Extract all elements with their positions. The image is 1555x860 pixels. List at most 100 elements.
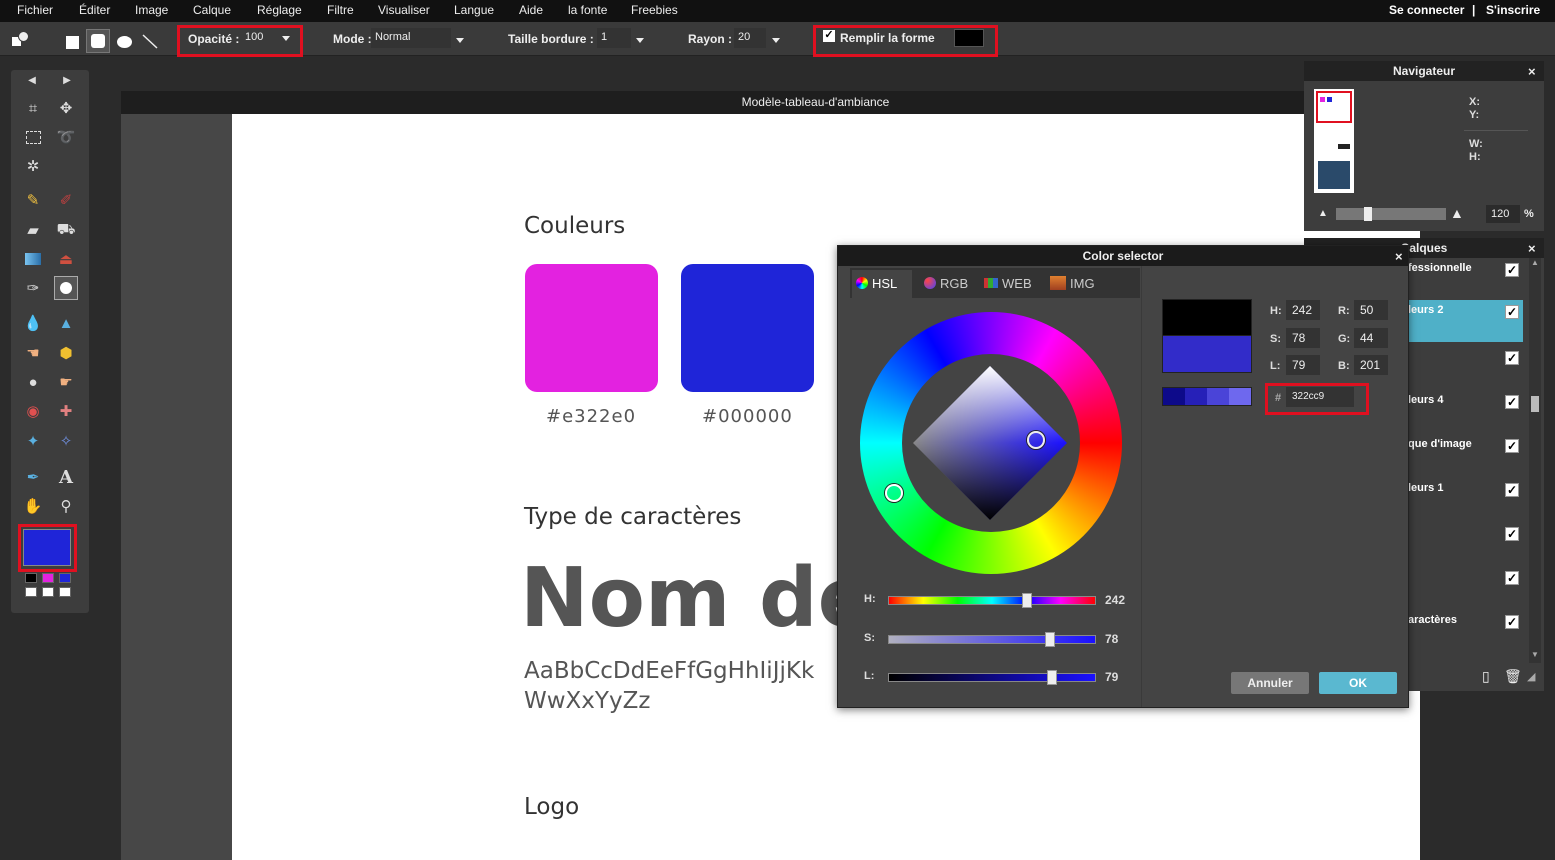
- rounded-rectangle-shape-icon[interactable]: [86, 29, 110, 53]
- layer-visibility-checkbox[interactable]: ✓: [1505, 615, 1519, 629]
- marquee-tool-icon[interactable]: [21, 125, 45, 149]
- zoom-slider[interactable]: [1336, 207, 1446, 221]
- zoom-out-icon[interactable]: ▲: [1318, 208, 1328, 219]
- tools-collapse-left-icon[interactable]: ◀: [20, 70, 44, 90]
- blur-tool-icon[interactable]: 💧: [21, 311, 45, 335]
- shade-swatch[interactable]: [1185, 388, 1207, 405]
- layers-close-icon[interactable]: ×: [1528, 241, 1536, 256]
- menu-aide[interactable]: Aide: [519, 3, 543, 17]
- slider-thumb[interactable]: [1045, 632, 1056, 647]
- color-swatch-blue[interactable]: [681, 264, 814, 392]
- sharpen-tool-icon[interactable]: ▲: [54, 311, 78, 335]
- new-layer-icon[interactable]: ▯: [1482, 668, 1490, 685]
- layer-visibility-checkbox[interactable]: ✓: [1505, 571, 1519, 585]
- color-swatch-magenta[interactable]: [525, 264, 658, 392]
- l-input[interactable]: 79: [1286, 355, 1320, 375]
- bloat-tool-icon[interactable]: ✦: [21, 429, 45, 453]
- color-selector-close-icon[interactable]: ×: [1395, 249, 1403, 264]
- slider-track[interactable]: [888, 596, 1096, 605]
- layer-resize-icon[interactable]: ◢: [1527, 670, 1535, 683]
- hand-tool-icon[interactable]: ✋: [21, 494, 45, 518]
- layer-visibility-checkbox[interactable]: ✓: [1505, 395, 1519, 409]
- zoom-in-icon[interactable]: ▲: [1450, 205, 1464, 221]
- rectangle-shape-icon[interactable]: [66, 36, 79, 49]
- layers-scrollbar[interactable]: ▲ ▼: [1529, 258, 1541, 663]
- clone-stamp-tool-icon[interactable]: ⏏: [54, 247, 78, 271]
- layers-scrollbar-thumb[interactable]: [1531, 396, 1539, 412]
- menu-filtre[interactable]: Filtre: [327, 3, 354, 17]
- zoom-input[interactable]: 120: [1486, 205, 1520, 223]
- eraser-tool-icon[interactable]: ▰: [21, 218, 45, 242]
- delete-layer-icon[interactable]: 🗑: [1504, 668, 1522, 685]
- tools-collapse-right-icon[interactable]: ▶: [55, 70, 79, 90]
- shape-tool-button-icon[interactable]: [54, 276, 78, 300]
- palette-swatch[interactable]: [42, 587, 54, 597]
- red-eye-tool-icon[interactable]: ◉: [21, 399, 45, 423]
- hue-marker[interactable]: [885, 484, 903, 502]
- layer-visibility-checkbox[interactable]: ✓: [1505, 351, 1519, 365]
- mode-dropdown-icon[interactable]: [456, 38, 464, 43]
- mode-select[interactable]: Normal: [371, 28, 451, 48]
- radius-dropdown-icon[interactable]: [772, 38, 780, 43]
- move-tool-icon[interactable]: ✥: [54, 96, 78, 120]
- b-input[interactable]: 201: [1354, 355, 1388, 375]
- menu-la-fonte[interactable]: la fonte: [568, 3, 607, 17]
- palette-swatch[interactable]: [42, 573, 54, 583]
- tab-hsl[interactable]: HSL: [852, 270, 912, 298]
- slider-thumb[interactable]: [1022, 593, 1033, 608]
- line-shape-icon[interactable]: [141, 32, 159, 50]
- brush-tool-icon[interactable]: ✐: [54, 188, 78, 212]
- layer-visibility-checkbox[interactable]: ✓: [1505, 527, 1519, 541]
- tab-web[interactable]: WEB: [980, 270, 1032, 298]
- palette-swatch[interactable]: [59, 587, 71, 597]
- slider-track[interactable]: [888, 673, 1096, 682]
- menu-visualiser[interactable]: Visualiser: [378, 3, 430, 17]
- magic-wand-tool-icon[interactable]: ✲: [21, 154, 45, 178]
- r-input[interactable]: 50: [1354, 300, 1388, 320]
- dodge-tool-icon[interactable]: ☛: [54, 370, 78, 394]
- lasso-tool-icon[interactable]: ➰: [54, 125, 78, 149]
- layer-visibility-checkbox[interactable]: ✓: [1505, 483, 1519, 497]
- palette-swatch[interactable]: [25, 587, 37, 597]
- saturation-lightness-marker[interactable]: [1027, 431, 1045, 449]
- slider-thumb[interactable]: [1047, 670, 1058, 685]
- navigator-close-icon[interactable]: ×: [1528, 64, 1536, 79]
- menu-reglage[interactable]: Réglage: [257, 3, 302, 17]
- shade-swatch[interactable]: [1207, 388, 1229, 405]
- g-input[interactable]: 44: [1354, 328, 1388, 348]
- border-size-input[interactable]: 1: [597, 28, 631, 48]
- sponge-tool-icon[interactable]: ⬢: [54, 341, 78, 365]
- fill-shape-checkbox[interactable]: ✓: [823, 30, 835, 42]
- tab-rgb[interactable]: RGB: [920, 270, 968, 298]
- ok-button[interactable]: OK: [1319, 672, 1397, 694]
- opacity-dropdown-icon[interactable]: [282, 36, 290, 41]
- spot-heal-tool-icon[interactable]: ✚: [54, 399, 78, 423]
- smudge-tool-icon[interactable]: ☚: [21, 341, 45, 365]
- primary-color-swatch[interactable]: [23, 529, 71, 566]
- layer-visibility-checkbox[interactable]: ✓: [1505, 439, 1519, 453]
- menu-fichier[interactable]: Fichier: [17, 3, 53, 17]
- cancel-button[interactable]: Annuler: [1231, 672, 1309, 694]
- s-input[interactable]: 78: [1286, 328, 1320, 348]
- opacity-input[interactable]: 100: [241, 28, 281, 48]
- zoom-slider-thumb[interactable]: [1364, 207, 1372, 221]
- palette-swatch[interactable]: [25, 573, 37, 583]
- menu-calque[interactable]: Calque: [193, 3, 231, 17]
- h-input[interactable]: 242: [1286, 300, 1320, 320]
- eyedropper-tool-icon[interactable]: ✒: [21, 465, 45, 489]
- fill-color-swatch[interactable]: [954, 29, 984, 47]
- login-link[interactable]: Se connecter: [1389, 3, 1464, 17]
- border-size-dropdown-icon[interactable]: [636, 38, 644, 43]
- text-tool-icon[interactable]: A: [54, 465, 78, 489]
- crop-tool-icon[interactable]: ⌗: [21, 96, 45, 120]
- burn-tool-icon[interactable]: ●: [21, 370, 45, 394]
- layer-visibility-checkbox[interactable]: ✓: [1505, 263, 1519, 277]
- color-replace-tool-icon[interactable]: ✑: [21, 276, 45, 300]
- paint-bucket-tool-icon[interactable]: ⛟: [54, 218, 78, 242]
- radius-input[interactable]: 20: [734, 28, 766, 48]
- pencil-tool-icon[interactable]: ✎: [21, 188, 45, 212]
- gradient-tool-icon[interactable]: [21, 247, 45, 271]
- tab-img[interactable]: IMG: [1046, 270, 1095, 298]
- shade-swatch[interactable]: [1163, 388, 1185, 405]
- register-link[interactable]: S'inscrire: [1486, 3, 1540, 17]
